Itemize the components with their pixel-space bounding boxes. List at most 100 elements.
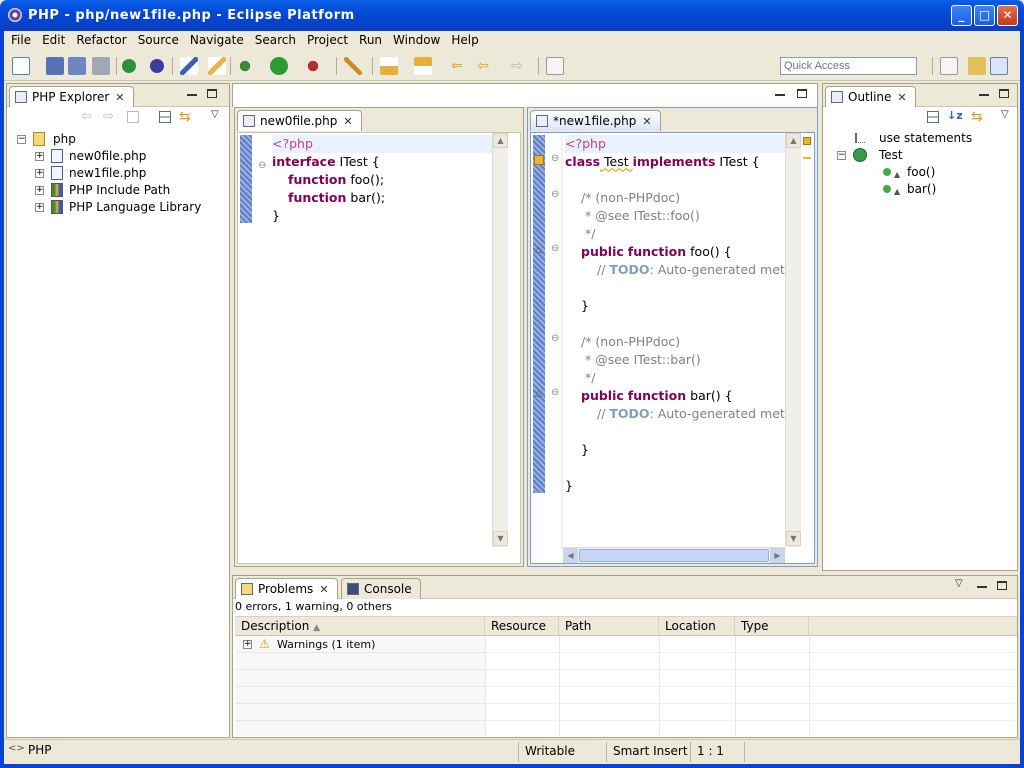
- tab-console[interactable]: Console: [341, 578, 421, 599]
- scroll-down-icon[interactable]: ▼: [786, 531, 801, 546]
- tab-new0file[interactable]: new0file.php ✕: [237, 110, 362, 131]
- fold-icon[interactable]: ⊖: [258, 160, 266, 171]
- tree-item-php[interactable]: − php: [15, 131, 215, 148]
- fold-icon[interactable]: ⊖: [551, 153, 559, 164]
- menu-navigate[interactable]: Navigate: [186, 31, 248, 49]
- open-type-icon[interactable]: [344, 57, 362, 75]
- run-icon[interactable]: [270, 57, 288, 75]
- open-perspective-icon[interactable]: [940, 57, 958, 75]
- tree-item-include-path[interactable]: + PHP Include Path: [15, 182, 215, 199]
- menu-help[interactable]: Help: [447, 31, 482, 49]
- highlight-icon[interactable]: [208, 57, 226, 75]
- expand-icon[interactable]: +: [35, 203, 44, 212]
- expand-icon[interactable]: +: [243, 640, 252, 649]
- expand-icon[interactable]: +: [35, 169, 44, 178]
- menu-file[interactable]: File: [7, 31, 35, 49]
- menu-edit[interactable]: Edit: [38, 31, 69, 49]
- next-annotation-icon[interactable]: [380, 57, 398, 75]
- horizontal-scrollbar[interactable]: ◀ ▶: [563, 547, 785, 563]
- minimize-view-icon[interactable]: [775, 94, 785, 96]
- horizontal-scroll-thumb[interactable]: [579, 549, 769, 562]
- menu-run[interactable]: Run: [355, 31, 386, 49]
- close-icon[interactable]: ✕: [642, 112, 651, 132]
- menu-source[interactable]: Source: [134, 31, 183, 49]
- save-icon[interactable]: [46, 57, 64, 75]
- maximize-view-icon[interactable]: [999, 89, 1009, 98]
- outline-item-foo[interactable]: ▲ foo(): [881, 164, 1001, 181]
- menu-project[interactable]: Project: [303, 31, 352, 49]
- external-tools-icon[interactable]: [304, 57, 322, 75]
- column-resource[interactable]: Resource: [485, 617, 559, 636]
- menu-refactor[interactable]: Refactor: [72, 31, 130, 49]
- view-menu-icon[interactable]: ▽: [955, 578, 963, 589]
- scroll-up-icon[interactable]: ▲: [493, 133, 508, 148]
- editor-text-area[interactable]: ⊖ <?php interface ITest { function foo()…: [237, 132, 521, 564]
- print-icon[interactable]: [92, 57, 110, 75]
- view-menu-icon[interactable]: ▽: [211, 109, 219, 120]
- collapse-icon[interactable]: −: [837, 151, 846, 160]
- tab-php-explorer[interactable]: PHP Explorer ✕: [9, 86, 134, 107]
- tree-item-new0file[interactable]: + new0file.php: [15, 148, 215, 165]
- close-button[interactable]: ✕: [997, 5, 1018, 26]
- collapse-all-icon[interactable]: [159, 111, 171, 123]
- warning-marker[interactable]: [803, 157, 811, 159]
- editor-text-area[interactable]: △ △ ⊖ ⊖ ⊖ ⊖ ⊖ <?php class Test implement…: [530, 132, 815, 564]
- back-icon[interactable]: ⇦: [474, 57, 492, 75]
- minimize-view-icon[interactable]: [979, 94, 989, 96]
- php-perspective-icon[interactable]: [990, 57, 1008, 75]
- scroll-left-icon[interactable]: ◀: [563, 548, 578, 563]
- save-all-icon[interactable]: [68, 57, 86, 75]
- table-row[interactable]: + ⚠ Warnings (1 item): [235, 636, 1017, 653]
- column-type[interactable]: Type: [735, 617, 809, 636]
- quick-access-input[interactable]: [780, 57, 917, 75]
- expand-icon[interactable]: +: [35, 152, 44, 161]
- warning-marker[interactable]: [803, 137, 811, 145]
- tree-item-language-library[interactable]: + PHP Language Library: [15, 199, 225, 216]
- collapse-all-icon[interactable]: [927, 111, 939, 123]
- sort-icon[interactable]: ↓z: [947, 109, 963, 122]
- fold-icon[interactable]: ⊖: [551, 243, 559, 254]
- fold-icon[interactable]: ⊖: [551, 333, 559, 344]
- resource-perspective-icon[interactable]: [968, 57, 986, 75]
- column-description[interactable]: Description ▲: [235, 617, 485, 636]
- back-icon[interactable]: ⇦: [81, 109, 92, 124]
- tab-outline[interactable]: Outline ✕: [825, 86, 916, 107]
- minimize-view-icon[interactable]: [187, 94, 197, 96]
- vertical-scrollbar[interactable]: ▲ ▼: [785, 133, 801, 547]
- close-icon[interactable]: ✕: [319, 580, 328, 600]
- minimize-button[interactable]: _: [951, 5, 972, 26]
- link-editor-icon[interactable]: ⇆: [971, 109, 983, 125]
- close-icon[interactable]: ✕: [343, 112, 352, 132]
- scroll-up-icon[interactable]: ▲: [786, 133, 801, 148]
- close-icon[interactable]: ✕: [115, 88, 124, 108]
- collapse-icon[interactable]: −: [17, 135, 26, 144]
- tab-problems[interactable]: Problems ✕: [235, 578, 338, 599]
- menu-search[interactable]: Search: [251, 31, 300, 49]
- outline-item-test[interactable]: − Test: [835, 147, 985, 164]
- view-menu-icon[interactable]: ▽: [1001, 109, 1009, 120]
- close-icon[interactable]: ✕: [897, 88, 906, 108]
- tree-item-new1file[interactable]: + new1file.php: [15, 165, 215, 182]
- tab-new1file[interactable]: *new1file.php ✕: [530, 110, 661, 131]
- maximize-button[interactable]: □: [974, 5, 995, 26]
- window-title-bar[interactable]: PHP - php/new1file.php - Eclipse Platfor…: [0, 0, 1024, 31]
- warning-icon[interactable]: [534, 155, 544, 165]
- column-location[interactable]: Location: [659, 617, 735, 636]
- forward-icon[interactable]: ⇨: [103, 109, 114, 124]
- debug-icon[interactable]: [236, 57, 254, 75]
- scroll-right-icon[interactable]: ▶: [770, 548, 785, 563]
- vertical-scrollbar[interactable]: ▲ ▼: [492, 133, 508, 547]
- minimize-view-icon[interactable]: [977, 586, 987, 588]
- column-path[interactable]: Path: [559, 617, 659, 636]
- maximize-view-icon[interactable]: [997, 581, 1007, 590]
- previous-annotation-icon[interactable]: [414, 57, 432, 75]
- outline-item-use-statements[interactable]: use statements: [855, 130, 1005, 147]
- new-icon[interactable]: [12, 57, 30, 75]
- refresh-icon[interactable]: [122, 59, 136, 73]
- last-edit-icon[interactable]: ⇐: [448, 57, 466, 75]
- link-editor-icon[interactable]: ⇆: [179, 109, 191, 125]
- toggle-mark-icon[interactable]: [180, 57, 198, 75]
- scroll-down-icon[interactable]: ▼: [493, 531, 508, 546]
- fold-icon[interactable]: ⊖: [551, 189, 559, 200]
- maximize-view-icon[interactable]: [207, 89, 217, 98]
